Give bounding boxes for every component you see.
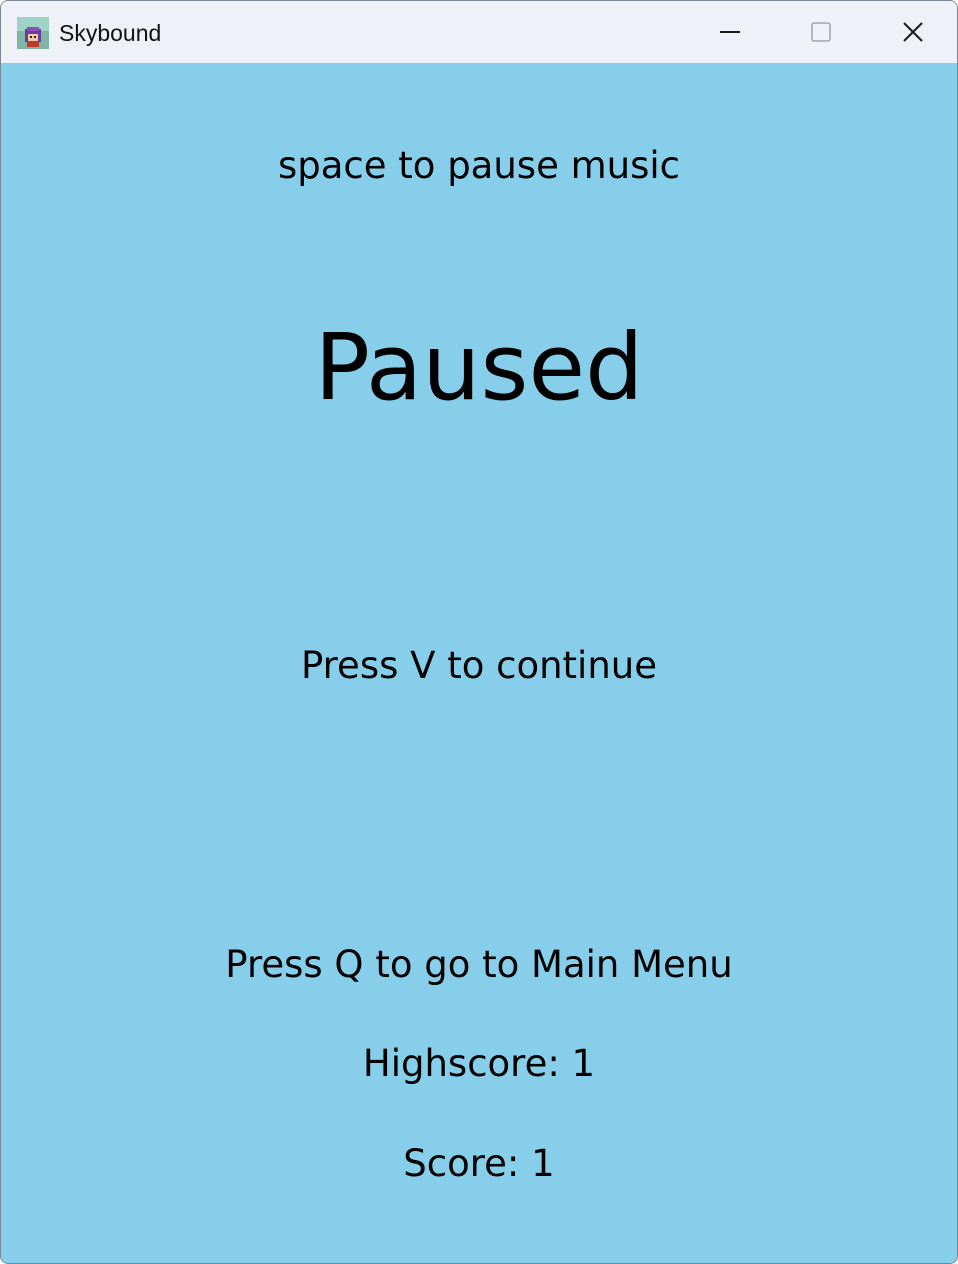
minimize-icon	[720, 31, 740, 33]
window-title: Skybound	[59, 20, 162, 46]
minimize-button[interactable]	[684, 1, 776, 63]
score-label: Score: 1	[403, 1142, 555, 1185]
game-window: Skybound space to pause music Paused Pre…	[0, 0, 958, 1264]
maximize-icon	[811, 22, 831, 42]
continue-hint: Press V to continue	[301, 644, 657, 687]
paused-title: Paused	[314, 314, 644, 421]
close-button[interactable]	[867, 1, 957, 63]
highscore-label: Highscore: 1	[362, 1042, 596, 1085]
maximize-button[interactable]	[775, 1, 867, 63]
game-canvas[interactable]: space to pause music Paused Press V to c…	[1, 63, 957, 1263]
close-icon	[903, 22, 923, 42]
music-pause-hint: space to pause music	[277, 144, 680, 187]
main-menu-hint: Press Q to go to Main Menu	[225, 943, 733, 986]
title-bar[interactable]: Skybound	[1, 1, 957, 63]
skybound-character-icon	[17, 17, 49, 49]
